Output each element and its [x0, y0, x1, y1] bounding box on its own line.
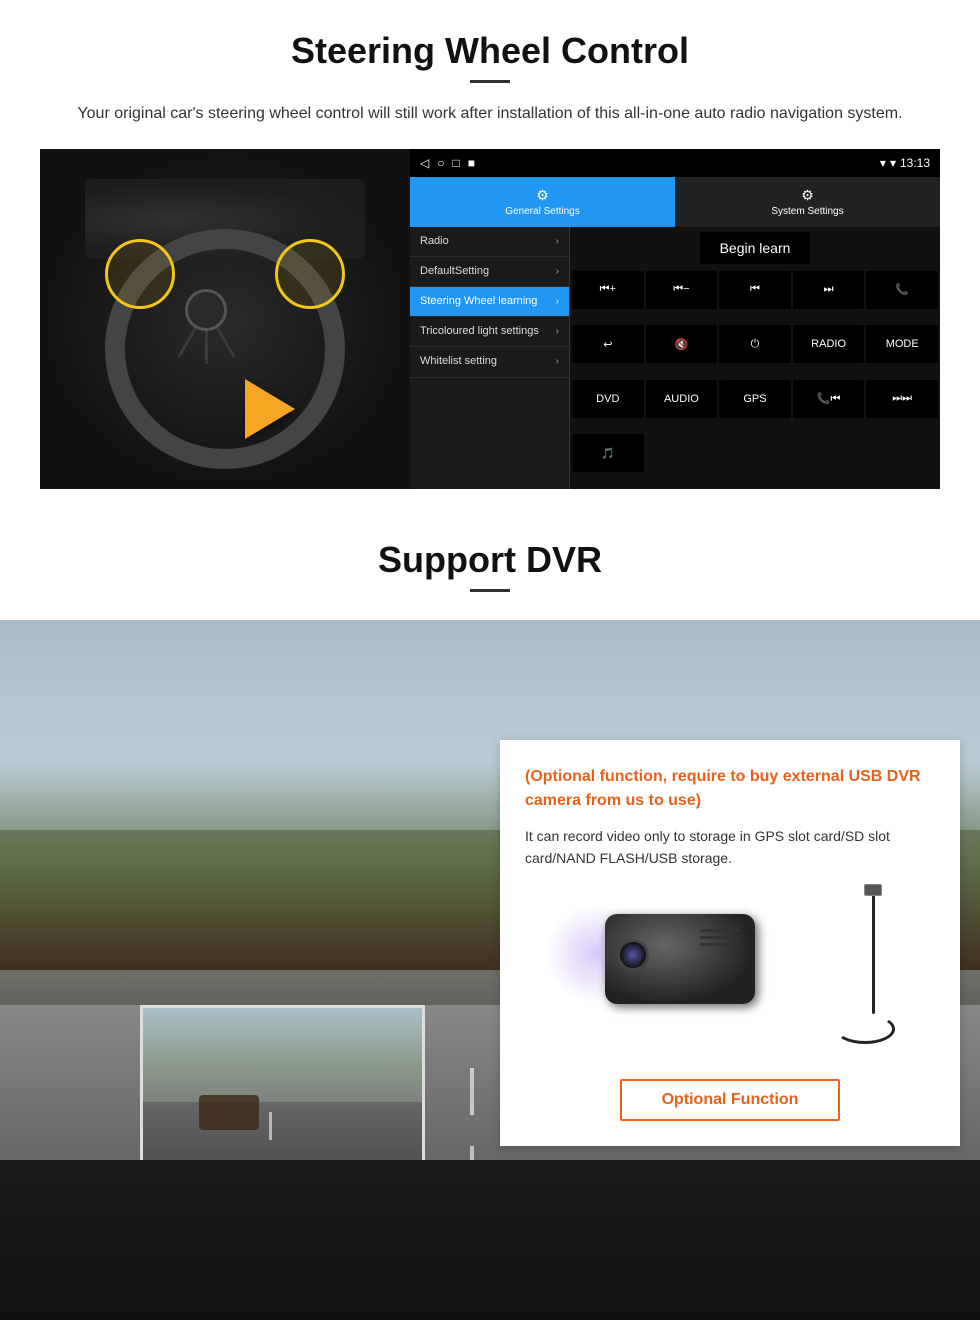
- control-buttons-grid: ⏮+ ⏮− ⏮ ⏭ 📞 ↩ 🔇 ⏻ RADIO MODE DVD AUDIO G…: [570, 269, 940, 489]
- settings-tabs: ⚙ General Settings ⚙ System Settings: [410, 177, 940, 227]
- dvd-button[interactable]: DVD: [572, 380, 644, 418]
- vol-up-button[interactable]: ⏮+: [572, 271, 644, 309]
- vent-slot-2: [700, 936, 740, 939]
- highlight-right: [275, 239, 345, 309]
- dvr-photo-area: (Optional function, require to buy exter…: [0, 620, 980, 1320]
- statusbar-info: ▾ ▾ 13:13: [880, 156, 930, 170]
- tricoloured-chevron: ›: [556, 326, 559, 337]
- back-icon: ◁: [420, 156, 429, 170]
- dashboard-area: [0, 1160, 980, 1320]
- mute-button[interactable]: 🔇: [646, 325, 718, 363]
- steering-section: Steering Wheel Control Your original car…: [0, 0, 980, 509]
- title-divider: [470, 80, 510, 83]
- tricoloured-label: Tricoloured light settings: [420, 325, 539, 338]
- phone-button[interactable]: 📞: [866, 271, 938, 309]
- vent-slot-3: [700, 943, 740, 946]
- home-icon: ○: [437, 156, 444, 170]
- wheel-hub: [185, 289, 227, 331]
- wheel-container: [85, 179, 365, 459]
- menu-icon: ■: [468, 156, 475, 170]
- vent-slot-1: [700, 929, 740, 932]
- optional-function-button[interactable]: Optional Function: [620, 1079, 841, 1121]
- page-title: Steering Wheel Control: [40, 30, 940, 72]
- menu-item-steering-wheel-learning[interactable]: Steering Wheel learning ›: [410, 287, 569, 317]
- menu-item-whitelist[interactable]: Whitelist setting ›: [410, 347, 569, 377]
- audio-button[interactable]: AUDIO: [646, 380, 718, 418]
- optional-function-container: Optional Function: [525, 1079, 935, 1121]
- begin-learn-button[interactable]: Begin learn: [700, 232, 811, 264]
- system-settings-icon: ⚙: [801, 187, 814, 204]
- default-setting-label: DefaultSetting: [420, 265, 489, 278]
- highlight-left: [105, 239, 175, 309]
- tab-general-settings[interactable]: ⚙ General Settings: [410, 177, 675, 227]
- phone-prev-button[interactable]: 📞⏮: [793, 380, 865, 418]
- whitelist-label: Whitelist setting: [420, 355, 497, 368]
- gps-button[interactable]: GPS: [719, 380, 791, 418]
- tab-system-settings[interactable]: ⚙ System Settings: [675, 177, 940, 227]
- dvr-info-card: (Optional function, require to buy exter…: [500, 740, 960, 1147]
- phone-next-button[interactable]: ⏭⏭: [866, 380, 938, 418]
- power-button[interactable]: ⏻: [719, 325, 791, 363]
- usb-cable: [872, 884, 875, 1014]
- controls-panel: Begin learn ⏮+ ⏮− ⏮ ⏭ 📞 ↩ 🔇 ⏻ RADIO MODE: [570, 227, 940, 489]
- dvr-divider: [470, 589, 510, 592]
- radio-chevron: ›: [556, 236, 559, 247]
- signal-icon: ▾: [880, 156, 886, 170]
- extra-button[interactable]: 🎵: [572, 434, 644, 472]
- whitelist-chevron: ›: [556, 356, 559, 367]
- default-chevron: ›: [556, 266, 559, 277]
- steering-wheel-photo: [40, 149, 410, 489]
- dvr-camera-image-area: [525, 884, 935, 1064]
- menu-item-default-setting[interactable]: DefaultSetting ›: [410, 257, 569, 287]
- general-settings-label: General Settings: [505, 206, 580, 217]
- mode-button[interactable]: MODE: [866, 325, 938, 363]
- inset-road-line: [269, 1112, 272, 1140]
- radio-label: Radio: [420, 235, 449, 248]
- hang-up-button[interactable]: ↩: [572, 325, 644, 363]
- general-settings-icon: ⚙: [536, 187, 549, 204]
- recent-icon: □: [452, 156, 459, 170]
- section-description: Your original car's steering wheel contr…: [60, 101, 920, 127]
- steering-wheel-learning-label: Steering Wheel learning: [420, 295, 537, 308]
- radio-button[interactable]: RADIO: [793, 325, 865, 363]
- steering-demo-area: ◁ ○ □ ■ ▾ ▾ 13:13 ⚙ General Settings: [40, 149, 940, 489]
- road-marking-1: [470, 1068, 474, 1115]
- statusbar-nav-icons: ◁ ○ □ ■: [420, 156, 475, 170]
- dvr-section: Support DVR: [0, 509, 980, 1320]
- camera-body: [605, 914, 755, 1004]
- android-statusbar: ◁ ○ □ ■ ▾ ▾ 13:13: [410, 149, 940, 177]
- usb-plug: [864, 884, 882, 896]
- dvr-description: It can record video only to storage in G…: [525, 825, 935, 870]
- clock-display: 13:13: [900, 156, 930, 170]
- cable-curve: [835, 1014, 895, 1044]
- direction-arrow: [245, 379, 295, 439]
- dvr-optional-text: (Optional function, require to buy exter…: [525, 765, 935, 813]
- menu-controls-area: Radio › DefaultSetting › Steering Wheel …: [410, 227, 940, 489]
- camera-lens: [617, 939, 649, 971]
- wheel-background: [40, 149, 410, 489]
- inset-car: [199, 1095, 259, 1130]
- system-settings-label: System Settings: [771, 206, 843, 217]
- prev-track-button[interactable]: ⏮: [719, 271, 791, 309]
- android-ui-panel: ◁ ○ □ ■ ▾ ▾ 13:13 ⚙ General Settings: [410, 149, 940, 489]
- next-track-button[interactable]: ⏭: [793, 271, 865, 309]
- wifi-icon: ▾: [890, 156, 896, 170]
- menu-item-radio[interactable]: Radio ›: [410, 227, 569, 257]
- steering-chevron: ›: [556, 296, 559, 307]
- settings-menu-list: Radio › DefaultSetting › Steering Wheel …: [410, 227, 570, 489]
- dvr-title: Support DVR: [40, 539, 940, 581]
- dvr-title-area: Support DVR: [0, 509, 980, 620]
- begin-learn-row: Begin learn: [570, 227, 940, 269]
- menu-item-tricoloured[interactable]: Tricoloured light settings ›: [410, 317, 569, 347]
- vol-down-button[interactable]: ⏮−: [646, 271, 718, 309]
